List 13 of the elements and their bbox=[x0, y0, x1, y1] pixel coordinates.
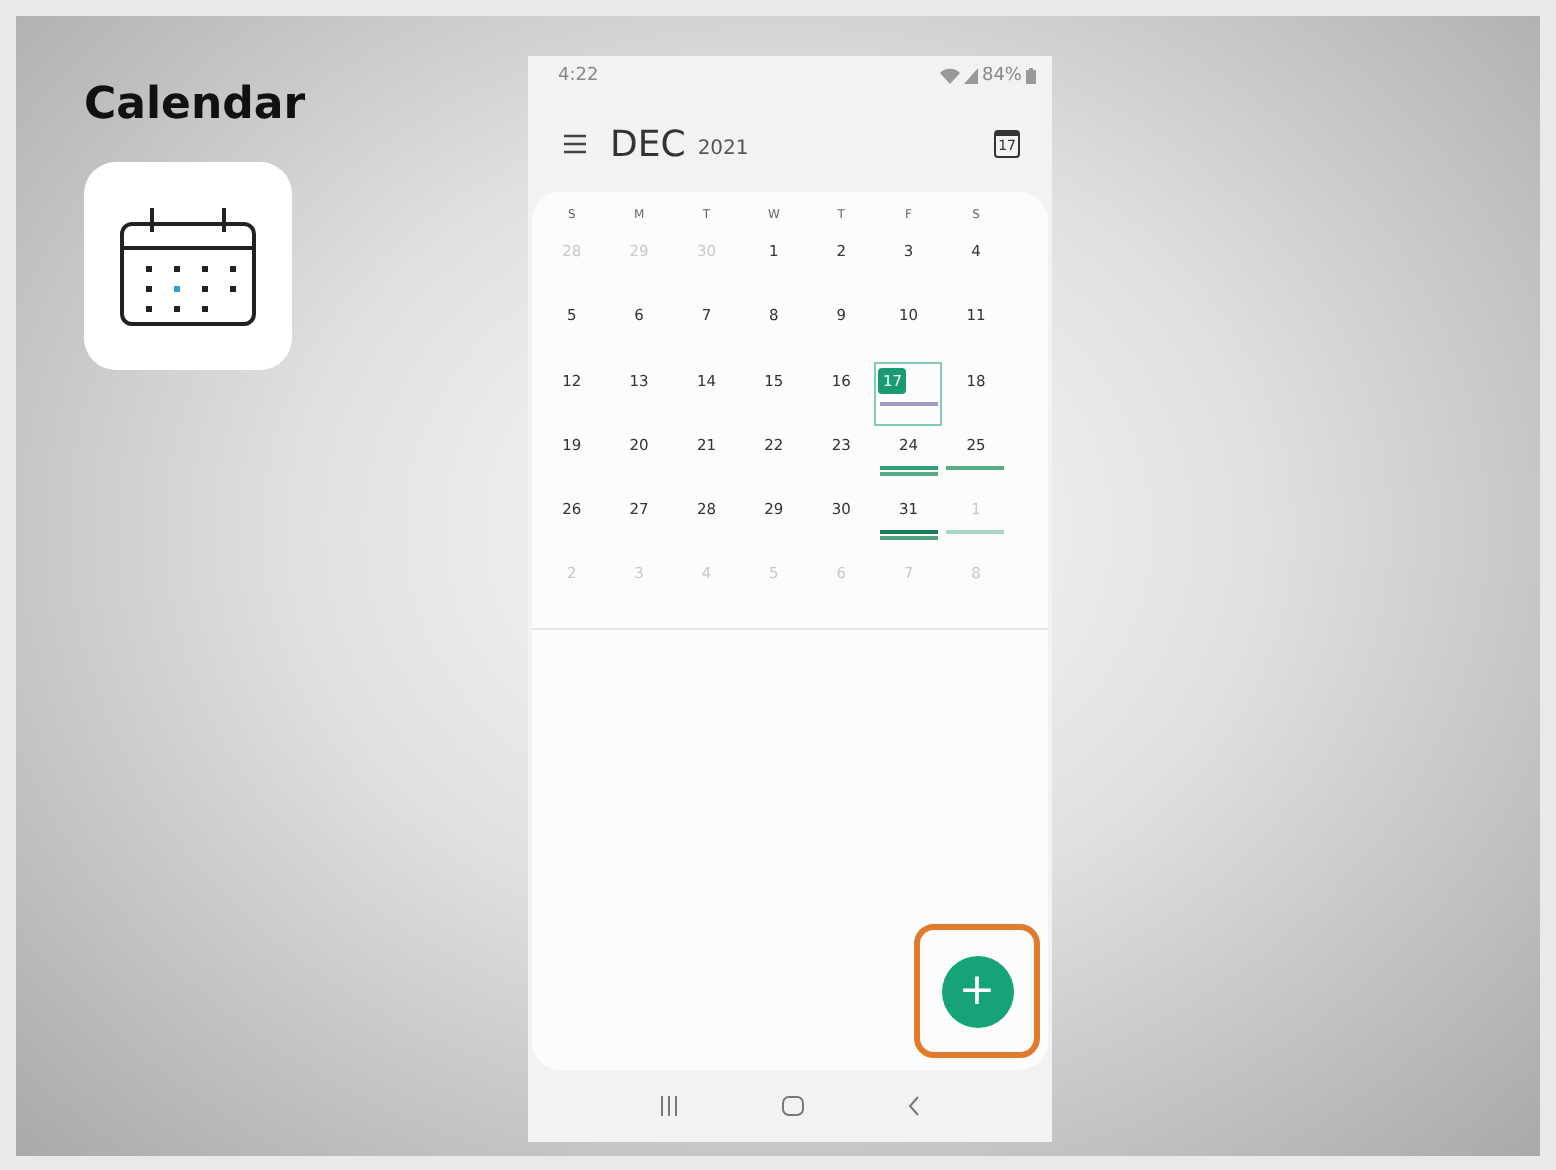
month-title: DEC bbox=[610, 123, 686, 165]
home-icon[interactable] bbox=[782, 1096, 804, 1116]
recent-apps-icon[interactable] bbox=[660, 1096, 678, 1116]
wifi-icon bbox=[939, 68, 960, 84]
slide-title: Calendar bbox=[84, 80, 308, 130]
battery-icon bbox=[1026, 68, 1036, 84]
back-icon[interactable] bbox=[908, 1096, 920, 1116]
calendar-app-icon bbox=[84, 162, 292, 370]
menu-icon[interactable] bbox=[564, 134, 586, 154]
year-label: 2021 bbox=[697, 138, 749, 160]
battery-percent: 84% bbox=[981, 66, 1022, 86]
signal-icon bbox=[963, 68, 978, 84]
status-time: 4:22 bbox=[558, 66, 599, 86]
